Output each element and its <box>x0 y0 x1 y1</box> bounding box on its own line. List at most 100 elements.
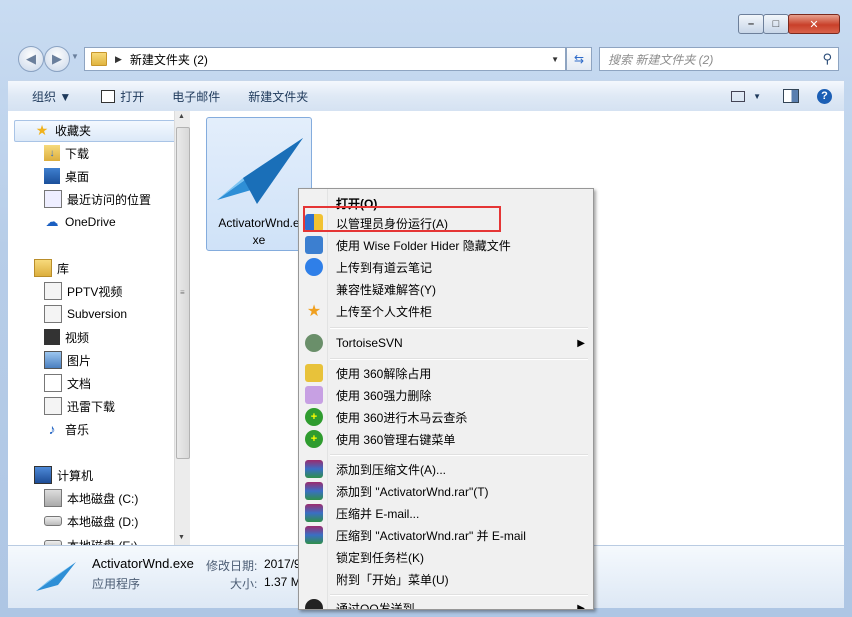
nav-desktop[interactable]: 桌面 <box>44 166 89 186</box>
menu-item-youdao[interactable]: 上传到有道云笔记 <box>299 256 593 278</box>
email-button[interactable]: 电子邮件 <box>172 88 220 105</box>
refresh-button[interactable]: ⇆ <box>566 47 592 71</box>
window-controls: – □ ✕ <box>738 14 841 34</box>
winrar-icon <box>305 526 323 544</box>
nav-documents[interactable]: 文档 <box>44 373 91 393</box>
file-name-line2: xe <box>252 233 266 247</box>
drive-icon <box>44 516 62 526</box>
star-icon: ★ <box>35 121 49 138</box>
menu-item-compress-email[interactable]: 压缩并 E-mail... <box>299 502 593 524</box>
security-360-icon: + <box>305 430 323 448</box>
menu-item-personal-cabinet[interactable]: ★ 上传至个人文件柜 <box>299 300 593 322</box>
maximize-button[interactable]: □ <box>763 14 789 34</box>
library-folder-icon <box>44 282 62 300</box>
search-box[interactable]: 搜索 新建文件夹 (2) ⚲ <box>599 47 839 71</box>
menu-label: 压缩并 E-mail... <box>336 506 420 521</box>
winrar-icon <box>305 482 323 500</box>
nav-pptv[interactable]: PPTV视频 <box>44 281 122 301</box>
menu-item-compress-rar-email[interactable]: 压缩到 "ActivatorWnd.rar" 并 E-mail <box>299 524 593 546</box>
nav-downloads[interactable]: ↓ 下载 <box>44 143 89 163</box>
menu-item-add-rar[interactable]: 添加到 "ActivatorWnd.rar"(T) <box>299 480 593 502</box>
close-button[interactable]: ✕ <box>788 14 840 34</box>
details-size-value: 1.37 M <box>264 575 301 589</box>
nav-favorites[interactable]: ★ 收藏夹 <box>34 120 91 140</box>
menu-item-wise-hide[interactable]: 使用 Wise Folder Hider 隐藏文件 <box>299 234 593 256</box>
preview-pane-button[interactable] <box>783 89 799 103</box>
details-modified-label: 修改日期: <box>206 559 258 573</box>
scrollbar-thumb[interactable]: ≡ <box>176 127 190 459</box>
nav-onedrive[interactable]: ☁ OneDrive <box>44 212 116 232</box>
details-filename: ActivatorWnd.exe <box>92 556 194 571</box>
scroll-up-icon[interactable]: ▲ <box>178 113 185 120</box>
organize-button[interactable]: 组织 ▼ <box>32 88 71 105</box>
menu-label: 使用 360进行木马云查杀 <box>336 410 468 425</box>
help-button[interactable]: ? <box>817 88 832 104</box>
nav-subversion[interactable]: Subversion <box>44 304 127 324</box>
minimize-button[interactable]: – <box>738 14 764 34</box>
menu-item-compat[interactable]: 兼容性疑难解答(Y) <box>299 278 593 300</box>
menu-item-360-delete[interactable]: 使用 360强力删除 <box>299 384 593 406</box>
scroll-down-icon[interactable]: ▼ <box>178 534 185 541</box>
winrar-icon <box>305 460 323 478</box>
nav-label: 下载 <box>65 146 90 161</box>
breadcrumb-current[interactable]: 新建文件夹 (2) <box>130 51 208 68</box>
star-icon: ★ <box>306 303 322 320</box>
nav-disk-c[interactable]: 本地磁盘 (C:) <box>44 488 138 508</box>
breadcrumb-arrow-icon[interactable]: ▶ <box>115 54 122 65</box>
nav-disk-e[interactable]: 本地磁盘 (E:) <box>44 535 138 545</box>
menu-item-360-scan[interactable]: + 使用 360进行木马云查杀 <box>299 406 593 428</box>
address-dropdown-icon[interactable]: ▼ <box>551 55 559 64</box>
nav-libraries[interactable]: 库 <box>34 258 69 278</box>
menu-label: 附到「开始」菜单(U) <box>336 572 449 587</box>
menu-item-tortoisesvn[interactable]: TortoiseSVN ▶ <box>299 332 593 354</box>
file-item[interactable]: ActivatorWnd.e xe <box>206 117 312 251</box>
details-size-label: 大小: <box>230 577 258 591</box>
nav-label: 本地磁盘 (C:) <box>67 491 139 506</box>
menu-item-add-archive[interactable]: 添加到压缩文件(A)... <box>299 458 593 480</box>
nav-computer[interactable]: 计算机 <box>34 465 93 485</box>
back-button[interactable]: ◀ <box>18 46 44 72</box>
view-icon <box>731 90 746 102</box>
menu-item-pin-taskbar[interactable]: 锁定到任务栏(K) <box>299 546 593 568</box>
forward-arrow-icon: ▶ <box>52 51 62 66</box>
menu-item-360-manage[interactable]: + 使用 360管理右键菜单 <box>299 428 593 450</box>
nav-label: 桌面 <box>65 169 90 184</box>
security-360-icon: + <box>305 408 323 426</box>
system-drive-icon <box>44 489 62 507</box>
menu-label: 使用 360强力删除 <box>336 388 432 403</box>
downloads-folder-icon: ↓ <box>44 145 60 161</box>
file-name-line1: ActivatorWnd.e <box>218 216 300 230</box>
library-folder-icon <box>44 397 62 415</box>
nav-recent[interactable]: 最近访问的位置 <box>44 189 151 209</box>
nav-pictures[interactable]: 图片 <box>44 350 91 370</box>
menu-label: 添加到压缩文件(A)... <box>336 462 446 477</box>
nav-label: 本地磁盘 (E:) <box>67 537 138 546</box>
menu-label: 添加到 "ActivatorWnd.rar"(T) <box>336 484 489 499</box>
nav-label: 计算机 <box>57 468 94 483</box>
history-dropdown-icon[interactable]: ▼ <box>71 52 79 61</box>
forward-button[interactable]: ▶ <box>44 46 70 72</box>
menu-label: 使用 Wise Folder Hider 隐藏文件 <box>336 238 511 253</box>
nav-music[interactable]: ♪ 音乐 <box>44 419 90 439</box>
search-icon[interactable]: ⚲ <box>822 51 832 67</box>
address-bar[interactable]: ▶ 新建文件夹 (2) ▼ <box>84 47 566 71</box>
view-options-button[interactable]: ▼ <box>731 90 761 102</box>
menu-separator <box>330 594 588 596</box>
nav-disk-d[interactable]: 本地磁盘 (D:) <box>44 511 138 531</box>
menu-item-pin-start[interactable]: 附到「开始」菜单(U) <box>299 568 593 590</box>
new-folder-button[interactable]: 新建文件夹 <box>248 88 308 105</box>
nav-label: 视频 <box>65 330 90 345</box>
nav-label: 文档 <box>67 376 92 391</box>
open-icon <box>101 89 116 103</box>
nav-label: 库 <box>57 261 70 276</box>
nav-thunder[interactable]: 迅雷下载 <box>44 396 115 416</box>
menu-item-send-qq[interactable]: 通过QQ发送到 ▶ <box>299 597 593 609</box>
cloud-icon: ☁ <box>45 214 59 229</box>
menu-label: 上传到有道云笔记 <box>336 260 433 275</box>
menu-label: 锁定到任务栏(K) <box>336 550 424 565</box>
nav-label: PPTV视频 <box>67 284 123 299</box>
menu-item-360-unlock[interactable]: 使用 360解除占用 <box>299 362 593 384</box>
nav-videos[interactable]: 视频 <box>44 327 89 347</box>
menu-label: 兼容性疑难解答(Y) <box>336 282 436 297</box>
open-button[interactable]: 打开 <box>101 88 144 105</box>
